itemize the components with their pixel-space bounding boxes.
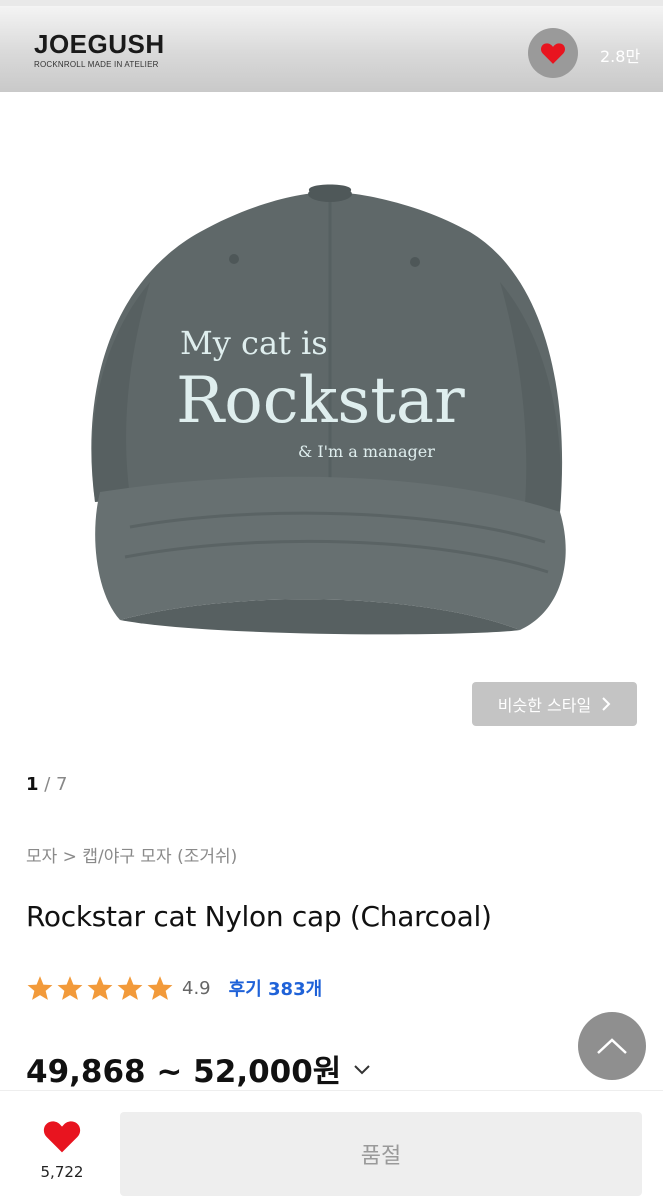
like-count: 5,722 — [40, 1163, 84, 1181]
pager-current: 1 — [26, 774, 39, 795]
star-icon — [117, 976, 143, 1000]
store-favorite-count: 2.8만 — [600, 47, 641, 66]
price-range[interactable]: 49,868 ~ 52,000원 — [26, 1046, 371, 1091]
product-image[interactable]: My cat is Rockstar & I'm a manager — [0, 92, 663, 752]
similar-style-label: 비슷한 스타일 — [497, 696, 592, 715]
category-breadcrumb[interactable]: 모자 > 캡/야구 모자 (조거쉬) — [26, 842, 237, 867]
soldout-button[interactable]: 품절 — [120, 1112, 642, 1196]
chevron-up-icon — [597, 1038, 627, 1054]
store-header-banner: JOEGUSH ROCKNROLL MADE IN ATELIER 2.8만 — [0, 0, 663, 92]
store-favorite-button[interactable] — [528, 28, 578, 78]
rating-row: 4.9 후기 383개 — [26, 972, 322, 1004]
rating-value: 4.9 — [182, 977, 211, 999]
embroidery-line1: My cat is — [180, 324, 328, 362]
similar-style-button[interactable]: 비슷한 스타일 — [472, 682, 637, 726]
star-icon — [147, 976, 173, 1000]
chevron-right-icon — [602, 697, 611, 711]
heart-icon — [43, 1121, 81, 1153]
star-icon — [27, 976, 53, 1000]
rating-stars — [26, 975, 174, 1001]
like-button[interactable]: 5,722 — [22, 1118, 102, 1181]
chevron-down-icon — [354, 1064, 371, 1074]
product-title: Rockstar cat Nylon cap (Charcoal) — [26, 900, 492, 933]
embroidery-line3: & I'm a manager — [298, 442, 435, 461]
star-icon — [87, 976, 113, 1000]
pager-total: 7 — [56, 774, 68, 795]
reviews-link[interactable]: 후기 383개 — [229, 975, 323, 1001]
star-icon — [57, 976, 83, 1000]
price-label: 49,868 ~ 52,000원 — [26, 1054, 342, 1090]
brand-name: JOEGUSH — [34, 29, 165, 59]
brand-tagline: ROCKNROLL MADE IN ATELIER — [34, 60, 159, 69]
embroidery-line2: Rockstar — [176, 364, 465, 438]
cap-illustration: My cat is Rockstar & I'm a manager — [91, 184, 566, 635]
brand-logo[interactable]: JOEGUSH ROCKNROLL MADE IN ATELIER — [34, 30, 165, 69]
pager-separator: / — [38, 774, 57, 795]
heart-icon — [540, 43, 566, 64]
scroll-to-top-button[interactable] — [578, 1012, 646, 1080]
image-pager: 1 / 7 — [26, 774, 68, 795]
